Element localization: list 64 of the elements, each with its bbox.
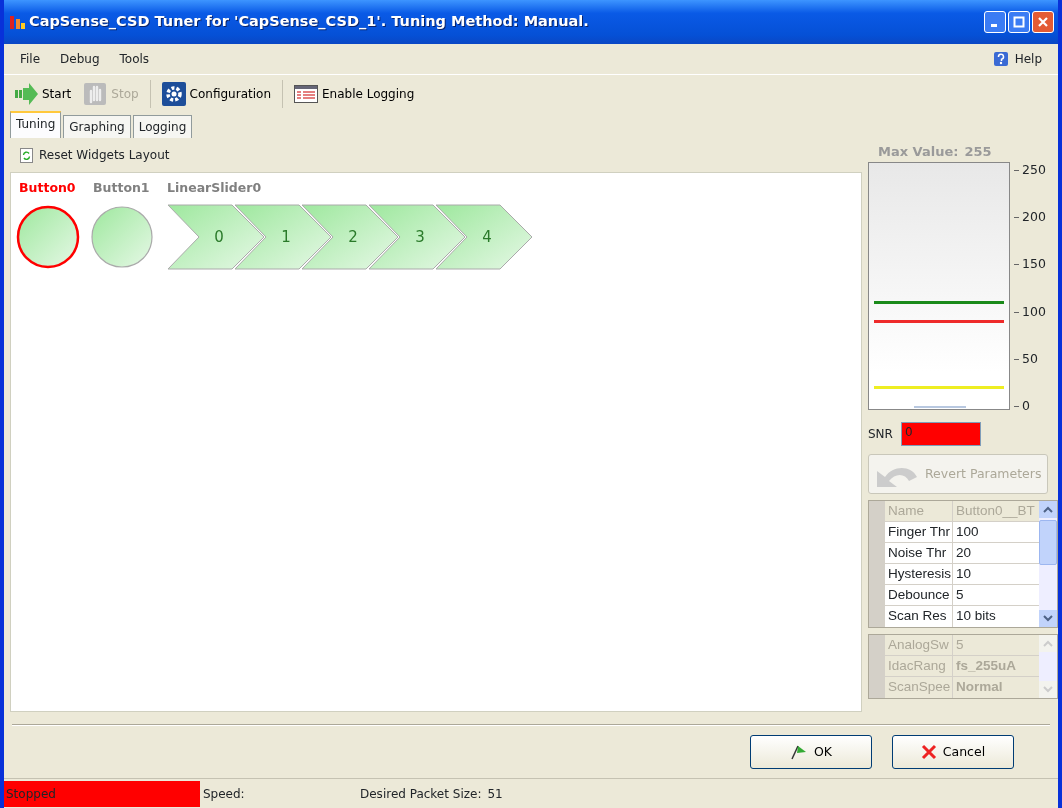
property-value[interactable]: 100 (953, 522, 1039, 542)
slider-segment[interactable]: 3 (368, 203, 466, 270)
axis-tick: 250 (1022, 161, 1046, 179)
scroll-thumb[interactable] (1039, 520, 1057, 565)
property-name: Noise Thr (885, 543, 953, 563)
close-icon[interactable] (1037, 16, 1049, 28)
tab[interactable]: Tuning (10, 111, 62, 138)
property-value[interactable]: 20 (953, 543, 1039, 563)
refresh-icon (20, 147, 33, 163)
property-name: Finger Thr (885, 522, 953, 542)
widget-label: Button0 (19, 179, 77, 197)
menu-item[interactable]: Tools (111, 50, 158, 68)
tab[interactable]: Logging (132, 115, 193, 138)
property-value[interactable]: 5 (953, 585, 1039, 605)
flag-icon (789, 744, 808, 760)
axis-tick: 0 (1022, 397, 1030, 415)
menu-item[interactable]: File (12, 50, 49, 68)
maximize-icon[interactable] (1013, 16, 1025, 28)
touch-button[interactable] (15, 203, 81, 270)
window-title: CapSense_CSD Tuner for 'CapSense_CSD_1'. Tuning Method: Manual. (29, 12, 590, 32)
close-icon (920, 744, 937, 760)
max-value: 255 (964, 144, 992, 159)
property-name: Hysteresis (885, 564, 953, 584)
dialog-button[interactable]: OK (750, 735, 872, 769)
property-name: Scan Res (885, 606, 953, 627)
packet-size-label: Desired Packet Size: (360, 785, 482, 803)
help-menu-item[interactable]: Help (1011, 50, 1050, 68)
gear-icon (161, 81, 186, 106)
scroll-up-icon[interactable] (1039, 501, 1057, 518)
property-value[interactable]: 10 (953, 564, 1039, 584)
property-name: Name (885, 501, 953, 521)
slider-segment[interactable]: 0 (167, 203, 265, 270)
snr-field: 0 (900, 422, 981, 446)
widget-label: Button1 (93, 179, 151, 197)
tab[interactable]: Graphing (63, 115, 131, 138)
widget-label: LinearSlider0 (167, 179, 263, 197)
menu-item[interactable]: Debug (52, 50, 108, 68)
arrow-icon (14, 81, 38, 106)
property-name: AnalogSw (885, 635, 953, 655)
property-value[interactable]: 10 bits (953, 606, 1039, 627)
slider-segment[interactable]: 2 (301, 203, 399, 270)
max-value-label: Max Value: (878, 144, 959, 159)
axis-tick: 200 (1022, 208, 1046, 227)
axis-tick: 50 (1022, 349, 1038, 368)
toolbar-button[interactable]: Start (10, 79, 76, 108)
reset-layout-button[interactable]: Reset Widgets Layout (39, 146, 170, 164)
axis-tick: 150 (1022, 255, 1046, 274)
speed-label: Speed: (202, 785, 246, 803)
axis-tick: 100 (1022, 302, 1046, 321)
app-icon (8, 13, 26, 31)
slider-segment[interactable]: 1 (234, 203, 332, 270)
packet-size-value: 51 (487, 785, 503, 803)
help-icon (993, 52, 1008, 66)
touch-button[interactable] (89, 203, 155, 270)
property-name: IdacRang (885, 656, 953, 676)
snr-label: SNR (868, 426, 893, 443)
property-name: Debounce (885, 585, 953, 605)
scroll-down-icon[interactable] (1039, 610, 1057, 627)
toolbar-button[interactable]: Enable Logging (290, 79, 419, 108)
property-name: ScanSpee (885, 677, 953, 698)
dialog-button[interactable]: Cancel (892, 735, 1014, 769)
toolbar-button[interactable]: Configuration (157, 79, 275, 108)
slider-segment[interactable]: 4 (435, 203, 533, 270)
status-state: Stopped (4, 780, 200, 807)
